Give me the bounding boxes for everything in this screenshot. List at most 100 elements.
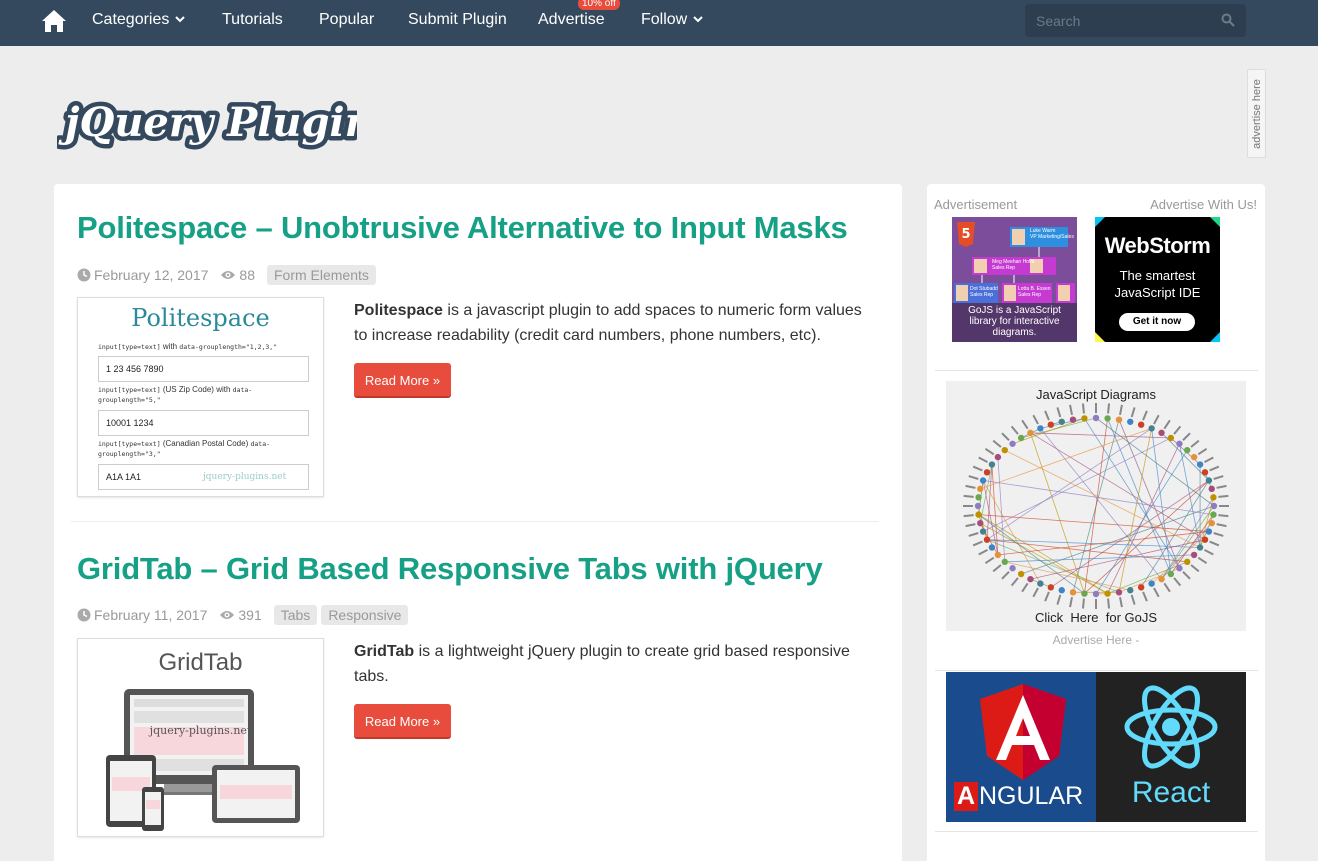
diagram-node — [1127, 587, 1134, 594]
advertise-here-link[interactable]: Advertise Here - — [927, 633, 1265, 647]
webstorm-ad[interactable]: WebStorm The smartest JavaScript IDE Get … — [1095, 217, 1220, 342]
get-it-now-button[interactable]: Get it now — [1119, 313, 1195, 331]
diagram-node — [1027, 429, 1034, 437]
diagram-ad-cta: Click Here for GoJS — [1034, 610, 1158, 625]
diagram-node-label — [1197, 447, 1208, 456]
diagram-node-label — [1130, 407, 1136, 418]
diagram-node — [1158, 429, 1165, 437]
advertise-here-tab[interactable]: advertise here — [1247, 69, 1266, 158]
diagram-node — [975, 494, 982, 501]
diagram-node-label — [1069, 404, 1073, 415]
post-thumbnail[interactable]: GridTab jquery-plugins.net — [77, 638, 324, 837]
diagram-node — [1196, 544, 1204, 551]
diagram-node — [1210, 502, 1218, 510]
post-title[interactable]: GridTab – Grid Based Responsive Tabs wit… — [77, 551, 823, 587]
advertisement-label: Advertisement — [934, 197, 1018, 212]
diagram-node — [983, 469, 991, 476]
diagram-node-label — [1095, 599, 1097, 609]
diagram-link — [1118, 428, 1153, 593]
search-input[interactable] — [1025, 4, 1215, 37]
post-tag[interactable]: Responsive — [321, 605, 409, 625]
post-title[interactable]: Politespace – Unobtrusive Alternative to… — [77, 210, 848, 246]
diagram-node — [979, 477, 987, 484]
angular-react-ad[interactable]: A NGULAR React — [946, 672, 1246, 822]
nav-follow-label: Follow — [641, 11, 688, 28]
diagram-node — [1058, 418, 1065, 425]
nav-tutorials[interactable]: Tutorials — [222, 0, 283, 40]
diagram-node — [1205, 477, 1213, 484]
diagram-node — [977, 485, 984, 493]
sidebar: Advertisement Advertise With Us! 5 Luke … — [927, 184, 1265, 861]
diagram-node-label — [1173, 577, 1182, 587]
diagram-link — [986, 539, 1120, 593]
post-tag[interactable]: Tabs — [273, 605, 318, 625]
diagram-node — [1167, 434, 1175, 442]
post-thumbnail[interactable]: Politespace input[type=text] with data-g… — [77, 297, 324, 497]
post-tag[interactable]: Form Elements — [266, 265, 376, 285]
read-more-button[interactable]: Read More » — [354, 704, 451, 739]
diagram-node-label — [1213, 532, 1224, 537]
react-wordmark: React — [1131, 776, 1211, 809]
webstorm-tagline: The smartest JavaScript IDE — [1114, 268, 1201, 300]
home-icon[interactable] — [41, 9, 67, 33]
nav-submit-plugin[interactable]: Submit Plugin — [408, 0, 507, 40]
post-excerpt: GridTab is a lightweight jQuery plugin t… — [354, 643, 850, 685]
diagram-node — [1017, 570, 1025, 578]
nav-categories-label: Categories — [92, 11, 170, 28]
diagram-link — [1179, 443, 1201, 548]
diagram-node — [994, 453, 1002, 461]
diagram-link — [1095, 417, 1215, 507]
discount-badge: 10% off — [578, 0, 620, 10]
diagram-node-label — [968, 532, 979, 537]
diagram-node — [1104, 590, 1111, 597]
advertise-with-us-link[interactable]: Advertise With Us! — [1150, 197, 1257, 212]
diagram-node — [1069, 589, 1077, 596]
diagram-node — [1047, 421, 1055, 428]
diagram-node — [975, 511, 982, 518]
diagram-node-label — [1044, 410, 1050, 421]
thumb-label: input[type=text] (US Zip Code) with data… — [98, 385, 253, 404]
top-navbar: Categories Tutorials Popular Submit Plug… — [0, 0, 1318, 46]
site-logo[interactable]: jQuery Plugins jQuery Plugins — [57, 92, 357, 158]
diagram-node — [988, 461, 996, 468]
svg-text:jQuery Plugins: jQuery Plugins — [58, 99, 357, 146]
diagram-node-label — [965, 484, 976, 489]
diagram-node-label — [1107, 403, 1111, 414]
diagram-node-label — [1130, 594, 1136, 605]
diagram-node — [1196, 461, 1204, 468]
diagram-node-label — [972, 465, 983, 472]
diagram-link — [983, 480, 1214, 516]
diagram-node — [1009, 440, 1016, 447]
diagram-node-label — [1069, 597, 1073, 608]
chevron-down-icon — [175, 16, 186, 23]
post-excerpt: Politespace is a javascript plugin to ad… — [354, 302, 862, 344]
network-diagram — [963, 403, 1229, 609]
diagram-node — [1190, 453, 1198, 461]
diagram-node-label — [1204, 548, 1214, 556]
nav-popular[interactable]: Popular — [319, 0, 374, 40]
diagram-node-label — [1081, 403, 1085, 414]
nav-categories[interactable]: Categories — [92, 0, 186, 40]
nav-follow[interactable]: Follow — [641, 0, 703, 40]
diagram-node — [1017, 434, 1025, 442]
diagram-node-label — [1010, 577, 1019, 587]
read-more-button[interactable]: Read More » — [354, 363, 451, 398]
diagram-link — [1084, 480, 1210, 594]
diagram-node-label — [1081, 598, 1085, 609]
diagram-node-label — [1173, 425, 1182, 435]
diagram-node-label — [984, 447, 995, 456]
diagram-node — [1001, 558, 1008, 566]
gojs-ad[interactable]: 5 Luke Warm VP Marketing/Sales Meg Meehan… — [952, 217, 1077, 342]
diagram-node-label — [1044, 591, 1050, 602]
search-icon[interactable] — [1221, 13, 1235, 27]
diagram-node-label — [978, 548, 988, 556]
diagram-node — [1137, 584, 1145, 591]
thumb-input-value: 10001 1234 — [98, 410, 309, 436]
diagram-node-label — [1119, 597, 1123, 608]
diagram-node-label — [1001, 432, 1010, 441]
diagram-node-label — [1056, 407, 1062, 418]
diagram-node-label — [1010, 425, 1019, 435]
diagram-node-label — [1182, 432, 1191, 441]
gojs-diagram-ad[interactable]: JavaScript Diagrams Click Here for GoJS — [946, 381, 1246, 631]
diagram-node-label — [992, 439, 1002, 448]
